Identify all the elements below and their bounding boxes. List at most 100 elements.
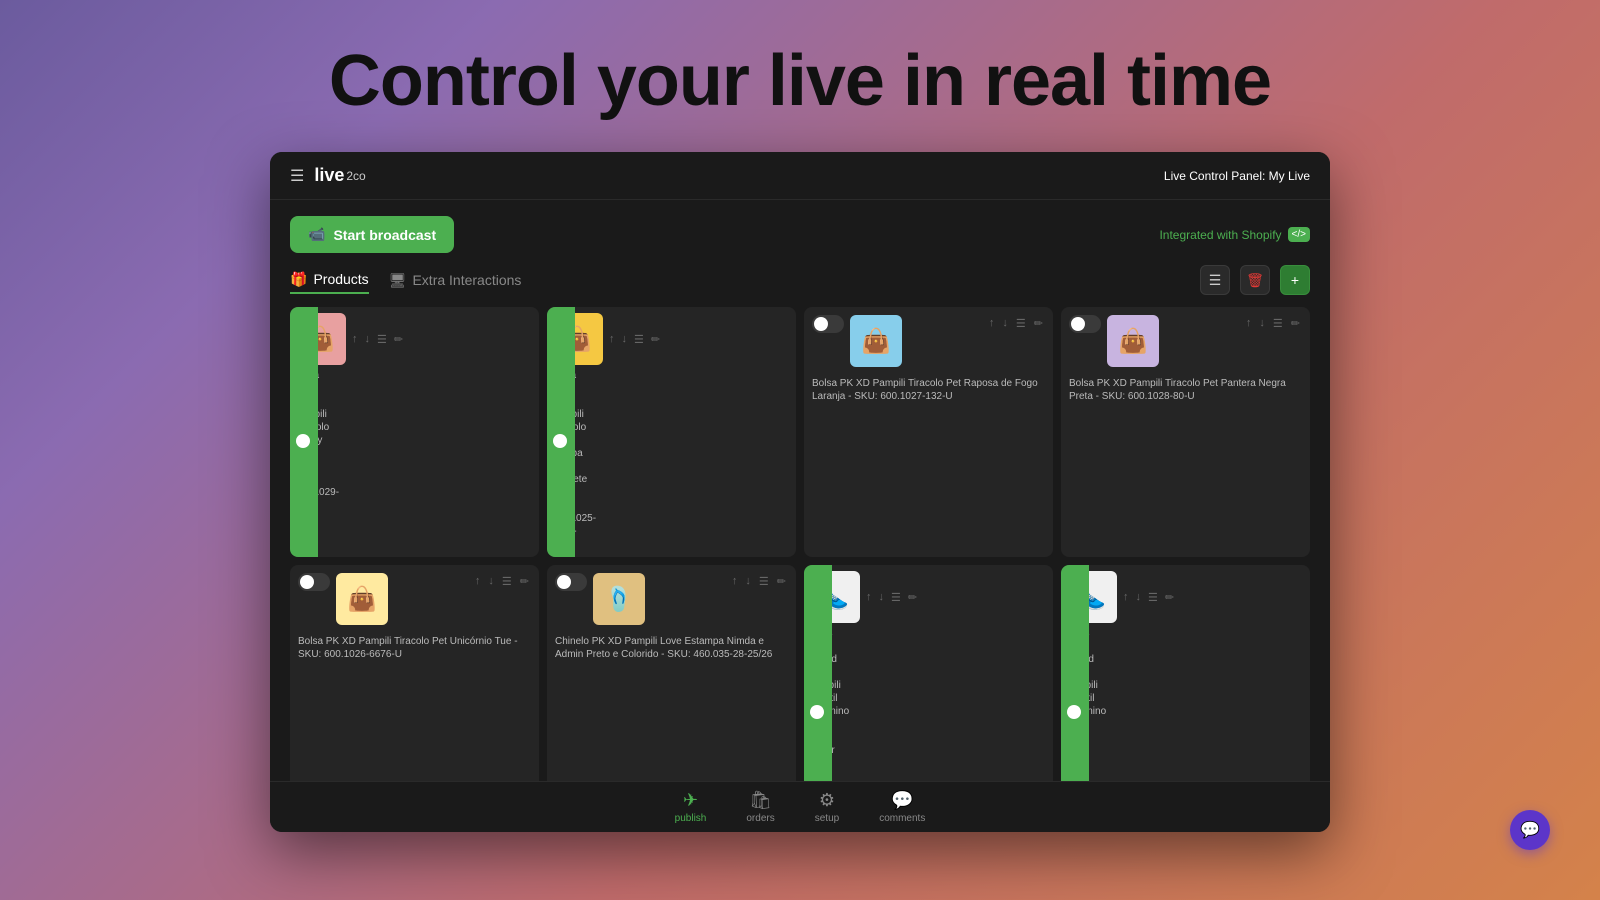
hamburger-icon[interactable]: ☰: [290, 166, 304, 186]
edit-button[interactable]: ✏: [906, 589, 919, 606]
comments-label: comments: [879, 813, 925, 824]
comments-icon: 💬: [891, 790, 913, 811]
product-card: 🩴 ↑ ↓ ☰ ✏ Chinelo PK XD Pampili Love Est…: [547, 565, 796, 781]
list-button[interactable]: ☰: [1271, 315, 1285, 332]
card-actions: ↑ ↓ ☰ ✏: [864, 589, 919, 606]
toolbar: 📹 Start broadcast Integrated with Shopif…: [270, 200, 1330, 265]
move-down-button[interactable]: ↓: [486, 573, 496, 590]
card-actions: ↑ ↓ ☰ ✏: [607, 331, 662, 348]
product-name: Bolsa PK XD Pampili Tiracolo Pet Raposa …: [812, 377, 1045, 403]
orders-icon: 🛍: [749, 790, 772, 811]
product-card: 👜 ↑ ↓ ☰ ✏ Bolsa PK XD Pampili Tiracolo P…: [547, 307, 796, 557]
nav-item-orders[interactable]: 🛍 orders: [746, 790, 774, 824]
list-view-button[interactable]: ☰: [1200, 265, 1230, 295]
app-window: ☰ live 2co Live Control Panel: My Live 📹…: [270, 152, 1330, 832]
product-thumbnail: 👜: [336, 573, 388, 625]
nav-item-publish[interactable]: ✈ publish: [675, 790, 707, 824]
edit-button[interactable]: ✏: [1289, 315, 1302, 332]
product-card: 👜 ↑ ↓ ☰ ✏ Bolsa PK XD Pampili Tiracolo P…: [290, 565, 539, 781]
publish-label: publish: [675, 813, 707, 824]
tab-interactions-label: Extra Interactions: [412, 272, 521, 288]
move-up-button[interactable]: ↑: [350, 331, 360, 348]
card-top: 👜 ↑ ↓ ☰ ✏: [1061, 307, 1310, 375]
card-actions: ↑ ↓ ☰ ✏: [730, 573, 788, 590]
product-thumbnail: 🩴: [593, 573, 645, 625]
card-bottom: Chinelo PK XD Pampili Love Estampa Nimda…: [547, 633, 796, 669]
card-actions: ↑ ↓ ☰ ✏: [350, 331, 405, 348]
card-actions: ↑ ↓ ☰ ✏: [473, 573, 531, 590]
list-button[interactable]: ☰: [757, 573, 771, 590]
delete-button[interactable]: 🗑: [1240, 265, 1270, 295]
list-button[interactable]: ☰: [375, 331, 389, 348]
list-button[interactable]: ☰: [500, 573, 514, 590]
orders-label: orders: [746, 813, 774, 824]
toggle-switch[interactable]: [1069, 315, 1101, 333]
logo: live 2co: [314, 165, 365, 186]
product-thumbnail: 👜: [1107, 315, 1159, 367]
setup-icon: ⚙: [819, 790, 835, 811]
edit-button[interactable]: ✏: [775, 573, 788, 590]
setup-label: setup: [815, 813, 839, 824]
edit-button[interactable]: ✏: [392, 331, 405, 348]
header-panel-label: Live Control Panel: My Live: [1164, 169, 1310, 183]
product-name: Chinelo PK XD Pampili Love Estampa Nimda…: [555, 635, 788, 661]
list-button[interactable]: ☰: [1146, 589, 1160, 606]
card-bottom: Bolsa PK XD Pampili Tiracolo Pet Raposa …: [804, 375, 1053, 411]
product-card: 👟 ↑ ↓ ☰ ✏ Tênis Now United By Pampili In…: [804, 565, 1053, 781]
product-card: 👟 ↑ ↓ ☰ ✏ Tênis Now United By Pampili In…: [1061, 565, 1310, 781]
active-bar: [1061, 565, 1089, 781]
move-up-button[interactable]: ↑: [473, 573, 483, 590]
list-button[interactable]: ☰: [1014, 315, 1028, 332]
tab-extra-interactions[interactable]: 🖥 Extra Interactions: [389, 268, 522, 293]
toggle-switch[interactable]: [812, 315, 844, 333]
nav-item-setup[interactable]: ⚙ setup: [815, 790, 839, 824]
move-down-button[interactable]: ↓: [1000, 315, 1010, 332]
move-down-button[interactable]: ↓: [877, 589, 887, 606]
toggle-switch[interactable]: [555, 573, 587, 591]
interactions-icon: 🖥: [389, 272, 407, 289]
broadcast-icon: 📹: [308, 226, 325, 243]
toggle-switch[interactable]: [1067, 689, 1083, 717]
edit-button[interactable]: ✏: [649, 331, 662, 348]
move-up-button[interactable]: ↑: [730, 573, 740, 590]
toggle-switch[interactable]: [296, 418, 312, 446]
move-down-button[interactable]: ↓: [620, 331, 630, 348]
toggle-switch[interactable]: [298, 573, 330, 591]
add-button[interactable]: +: [1280, 265, 1310, 295]
toggle-switch[interactable]: [810, 689, 826, 717]
active-bar: [547, 307, 575, 557]
edit-button[interactable]: ✏: [1032, 315, 1045, 332]
broadcast-button[interactable]: 📹 Start broadcast: [290, 216, 454, 253]
toggle-switch[interactable]: [553, 418, 569, 446]
card-actions: ↑ ↓ ☰ ✏: [1244, 315, 1302, 332]
app-header: ☰ live 2co Live Control Panel: My Live: [270, 152, 1330, 200]
nav-item-comments[interactable]: 💬 comments: [879, 790, 925, 824]
move-up-button[interactable]: ↑: [987, 315, 997, 332]
move-up-button[interactable]: ↑: [607, 331, 617, 348]
move-down-button[interactable]: ↓: [363, 331, 373, 348]
product-name: Bolsa PK XD Pampili Tiracolo Pet Pantera…: [1069, 377, 1302, 403]
move-up-button[interactable]: ↑: [1121, 589, 1131, 606]
card-actions: ↑ ↓ ☰ ✏: [1121, 589, 1176, 606]
move-down-button[interactable]: ↓: [1134, 589, 1144, 606]
move-down-button[interactable]: ↓: [743, 573, 753, 590]
card-bottom: Bolsa PK XD Pampili Tiracolo Pet Unicórn…: [290, 633, 539, 669]
products-grid: 👜 ↑ ↓ ☰ ✏ Bolsa PK XD Pampili Tiracolo P…: [270, 307, 1330, 781]
move-down-button[interactable]: ↓: [1257, 315, 1267, 332]
card-actions: ↑ ↓ ☰ ✏: [987, 315, 1045, 332]
edit-button[interactable]: ✏: [1163, 589, 1176, 606]
product-card: 👜 ↑ ↓ ☰ ✏ Bolsa PK XD Pampili Tiracolo P…: [1061, 307, 1310, 557]
chat-icon: 💬: [1520, 820, 1540, 840]
products-icon: 🎁: [290, 271, 307, 288]
list-button[interactable]: ☰: [889, 589, 903, 606]
list-button[interactable]: ☰: [632, 331, 646, 348]
product-thumbnail: 👜: [850, 315, 902, 367]
edit-button[interactable]: ✏: [518, 573, 531, 590]
hero-title: Control your live in real time: [329, 40, 1271, 122]
logo-text: live: [314, 165, 344, 186]
tab-products[interactable]: 🎁 Products: [290, 267, 369, 294]
move-up-button[interactable]: ↑: [864, 589, 874, 606]
tab-products-label: Products: [313, 271, 368, 287]
move-up-button[interactable]: ↑: [1244, 315, 1254, 332]
tabs: 🎁 Products 🖥 Extra Interactions: [290, 267, 521, 294]
